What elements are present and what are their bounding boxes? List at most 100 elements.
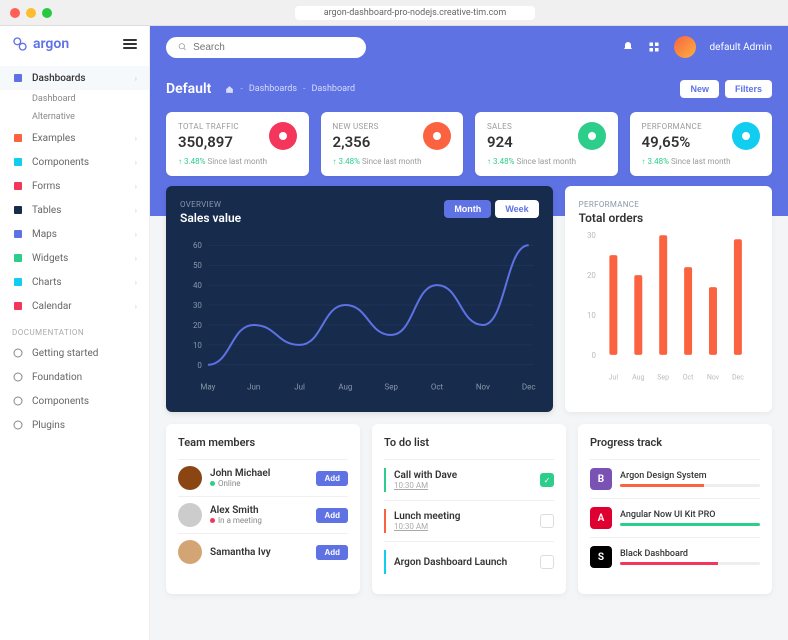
chevron-right-icon: › (135, 158, 137, 167)
nav-icon (12, 180, 24, 192)
todo-checkbox[interactable]: ✓ (540, 473, 554, 487)
add-button[interactable]: Add (316, 545, 348, 560)
search-box[interactable] (166, 37, 366, 58)
url-bar[interactable]: argon-dashboard-pro-nodejs.creative-tim.… (295, 6, 535, 20)
stat-card: NEW USERS2,356↑ 3.48% Since last month (321, 112, 464, 176)
stat-card: SALES924↑ 3.48% Since last month (475, 112, 618, 176)
nav-doc-plugins[interactable]: Plugins (0, 413, 149, 437)
sidebar-toggle[interactable] (123, 39, 137, 49)
todo-checkbox[interactable] (540, 555, 554, 569)
nav-doc-components[interactable]: Components (0, 389, 149, 413)
svg-text:Jul: Jul (294, 383, 305, 392)
nav-tables[interactable]: Tables› (0, 198, 149, 222)
nav-icon (12, 228, 24, 240)
svg-text:Jun: Jun (247, 383, 260, 392)
new-button[interactable]: New (680, 80, 719, 98)
svg-text:50: 50 (193, 261, 202, 270)
nav-icon (12, 276, 24, 288)
stat-icon (423, 122, 451, 150)
progress-item: BArgon Design System (590, 459, 760, 498)
nav-maps[interactable]: Maps› (0, 222, 149, 246)
team-member: Samantha IvyAdd (178, 533, 348, 570)
svg-text:20: 20 (587, 271, 596, 280)
sidebar: argon Dashboards›DashboardAlternativeExa… (0, 26, 150, 640)
member-avatar[interactable] (178, 503, 202, 527)
filters-button[interactable]: Filters (725, 80, 772, 98)
toggle-month[interactable]: Month (444, 200, 491, 218)
doc-icon (12, 395, 24, 407)
svg-text:Dec: Dec (522, 383, 536, 392)
window-close[interactable] (10, 8, 20, 18)
stat-icon (269, 122, 297, 150)
svg-text:Sep: Sep (384, 383, 398, 392)
todo-panel: To do list Call with Dave10:30 AM✓Lunch … (372, 424, 566, 594)
home-icon[interactable] (225, 85, 234, 94)
member-avatar[interactable] (178, 540, 202, 564)
apps-icon[interactable] (648, 41, 660, 53)
stat-card: PERFORMANCE49,65%↑ 3.48% Since last mont… (630, 112, 773, 176)
nav-forms[interactable]: Forms› (0, 174, 149, 198)
toggle-week[interactable]: Week (495, 200, 538, 218)
stat-icon (732, 122, 760, 150)
todo-checkbox[interactable] (540, 514, 554, 528)
team-member: John MichaelOnlineAdd (178, 459, 348, 496)
nav-doc-getting-started[interactable]: Getting started (0, 341, 149, 365)
nav-examples[interactable]: Examples› (0, 126, 149, 150)
doc-icon (12, 347, 24, 359)
user-name[interactable]: default Admin (710, 42, 772, 53)
orders-chart-card: PERFORMANCE Total orders 3020100JulAugSe… (565, 186, 772, 412)
svg-text:Sep: Sep (657, 374, 669, 382)
logo-icon (12, 36, 28, 52)
svg-text:Oct: Oct (682, 374, 693, 382)
logo[interactable]: argon (12, 36, 69, 52)
nav-components[interactable]: Components› (0, 150, 149, 174)
doc-icon (12, 371, 24, 383)
nav-icon (12, 204, 24, 216)
svg-text:60: 60 (193, 241, 202, 250)
track-icon: A (590, 507, 612, 529)
add-button[interactable]: Add (316, 508, 348, 523)
todo-item: Call with Dave10:30 AM✓ (384, 459, 554, 500)
page-title: Default (166, 81, 211, 97)
add-button[interactable]: Add (316, 471, 348, 486)
nav-dashboards[interactable]: Dashboards› (0, 66, 149, 90)
chevron-right-icon: › (135, 182, 137, 191)
todo-item: Argon Dashboard Launch (384, 541, 554, 582)
search-input[interactable] (193, 42, 354, 53)
breadcrumb: - Dashboards - Dashboard (225, 84, 355, 94)
chevron-right-icon: › (135, 254, 137, 263)
browser-chrome: argon-dashboard-pro-nodejs.creative-tim.… (0, 0, 788, 26)
svg-text:Nov: Nov (707, 374, 720, 382)
nav-sub-dashboard[interactable]: Dashboard (0, 90, 149, 108)
nav-section-docs: DOCUMENTATION (0, 318, 149, 341)
bell-icon[interactable] (622, 41, 634, 53)
svg-text:Dec: Dec (732, 374, 744, 382)
svg-text:Oct: Oct (431, 383, 444, 392)
progress-item: SBlack Dashboard (590, 537, 760, 576)
window-maximize[interactable] (42, 8, 52, 18)
window-minimize[interactable] (26, 8, 36, 18)
chevron-right-icon: › (135, 230, 137, 239)
member-avatar[interactable] (178, 466, 202, 490)
svg-text:20: 20 (193, 321, 202, 330)
nav-calendar[interactable]: Calendar› (0, 294, 149, 318)
nav-icon (12, 72, 24, 84)
nav-widgets[interactable]: Widgets› (0, 246, 149, 270)
nav-doc-foundation[interactable]: Foundation (0, 365, 149, 389)
todo-item: Lunch meeting10:30 AM (384, 500, 554, 541)
svg-text:10: 10 (587, 311, 596, 320)
progress-panel: Progress track BArgon Design SystemAAngu… (578, 424, 772, 594)
svg-text:Jul: Jul (608, 374, 618, 382)
nav-sub-alternative[interactable]: Alternative (0, 108, 149, 126)
search-icon (178, 42, 187, 52)
sales-chart-card: OVERVIEW Sales value Month Week 60504030… (166, 186, 553, 412)
chevron-right-icon: › (135, 134, 137, 143)
nav-charts[interactable]: Charts› (0, 270, 149, 294)
svg-text:10: 10 (193, 341, 202, 350)
nav-icon (12, 132, 24, 144)
user-avatar[interactable] (674, 36, 696, 58)
svg-text:May: May (200, 383, 215, 392)
svg-text:0: 0 (197, 361, 202, 370)
svg-text:40: 40 (193, 281, 202, 290)
chevron-right-icon: › (135, 278, 137, 287)
